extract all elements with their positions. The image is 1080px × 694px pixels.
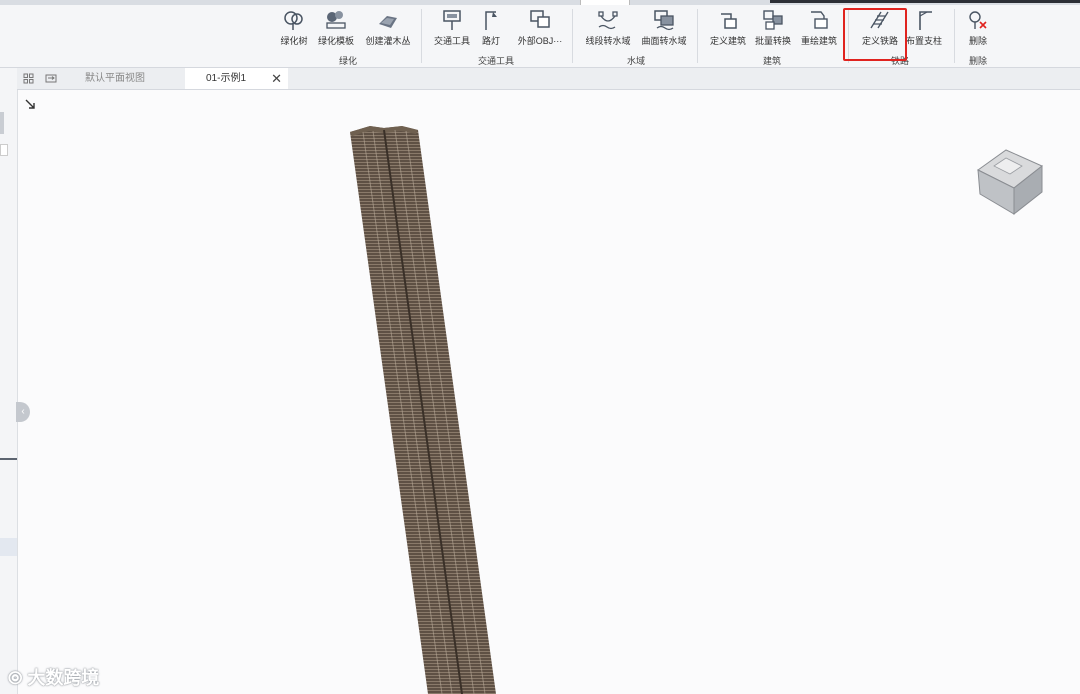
panel-marker: [0, 458, 17, 460]
surface-to-water-icon: [654, 10, 674, 31]
watermark: ⦾ 大数跨境: [8, 664, 99, 690]
traffic-sign-icon: [443, 10, 461, 30]
group-divider: [421, 9, 422, 63]
street-lamp-label: 路灯: [481, 36, 500, 46]
delete-label: 删除: [968, 36, 987, 46]
corner-arrow-icon[interactable]: [25, 99, 35, 109]
tree-label: 绿化树: [280, 36, 308, 46]
greenery-template-button[interactable]: 绿化模板: [316, 8, 356, 47]
panel-marker: [0, 538, 17, 556]
redraw-building-icon: [811, 11, 828, 29]
street-lamp-icon: [485, 11, 497, 30]
place-pillar-button[interactable]: 布置支柱: [904, 8, 944, 47]
group-title-water: 水域: [626, 56, 645, 66]
group-title-building: 建筑: [762, 56, 781, 66]
greenery-template-icon: [326, 11, 346, 29]
group-title-traffic: 交通工具: [477, 56, 514, 66]
line-to-water-button[interactable]: 线段转水域: [582, 8, 634, 47]
window-switch-icon[interactable]: [45, 73, 57, 84]
group-divider: [697, 9, 698, 63]
delete-button[interactable]: 删除: [962, 8, 994, 47]
surface-to-water-button[interactable]: 曲面转水域: [638, 8, 690, 47]
panel-marker: [0, 144, 8, 156]
shrub-button[interactable]: 创建灌木丛: [362, 8, 414, 47]
tree-button[interactable]: 绿化树: [278, 8, 310, 47]
external-obj-icon: [530, 10, 550, 28]
external-obj-button[interactable]: 外部OBJ···: [512, 8, 568, 47]
group-water: 线段转水域 曲面转水域 水域: [580, 5, 692, 67]
define-building-label: 定义建筑: [709, 36, 746, 46]
shrub-label: 创建灌木丛: [365, 36, 411, 46]
tab-label: 01-示例1: [206, 73, 247, 84]
line-to-water-icon: [598, 11, 618, 30]
grid-view-icon[interactable]: [23, 73, 34, 84]
traffic-tool-label: 交通工具: [433, 36, 470, 46]
shrub-icon: [379, 16, 397, 28]
window-title-bar: [770, 0, 1080, 3]
left-panel-strip: [0, 68, 18, 694]
view-cube[interactable]: [977, 149, 1043, 216]
tab-label: 默认平面视图: [85, 73, 145, 84]
panel-marker: [0, 112, 4, 134]
group-delete: 删除 删除: [958, 5, 998, 67]
place-pillar-icon: [919, 11, 932, 30]
greenery-template-label: 绿化模板: [317, 36, 354, 46]
line-to-water-label: 线段转水域: [585, 36, 631, 46]
tree-icon: [284, 11, 303, 30]
watermark-text: 大数跨境: [27, 668, 100, 688]
external-obj-label: 外部OBJ···: [517, 36, 563, 46]
highlight-box: [843, 8, 907, 61]
document-tab-bar: 默认平面视图 01-示例1 ✕: [17, 68, 1080, 90]
3d-viewport[interactable]: [18, 90, 1080, 694]
ribbon-toolbar: 绿化树 绿化模板 创建灌木丛 绿化 交通工具 路灯 外部OBJ··· 交通工具 …: [0, 5, 1080, 68]
viewport-scene: [25, 99, 1043, 694]
redraw-building-button[interactable]: 重绘建筑: [798, 8, 840, 47]
delete-icon: [969, 11, 987, 29]
define-building-button[interactable]: 定义建筑: [706, 8, 750, 47]
tab-default-plan-view[interactable]: 默认平面视图: [65, 68, 185, 89]
group-title-greenery: 绿化: [338, 56, 357, 66]
traffic-tool-button[interactable]: 交通工具: [430, 8, 474, 47]
group-traffic: 交通工具 路灯 外部OBJ··· 交通工具: [428, 5, 572, 67]
group-greenery: 绿化树 绿化模板 创建灌木丛 绿化: [276, 5, 420, 67]
group-building: 定义建筑 批量转换 重绘建筑 建筑: [704, 5, 844, 67]
redraw-building-label: 重绘建筑: [800, 36, 837, 46]
group-divider: [572, 9, 573, 63]
street-lamp-button[interactable]: 路灯: [478, 8, 504, 47]
place-pillar-label: 布置支柱: [905, 36, 942, 46]
group-divider: [954, 9, 955, 63]
batch-convert-icon: [763, 10, 783, 30]
close-icon[interactable]: ✕: [271, 68, 282, 89]
surface-to-water-label: 曲面转水域: [641, 36, 687, 46]
tab-example-1[interactable]: 01-示例1 ✕: [185, 68, 288, 89]
batch-convert-button[interactable]: 批量转换: [752, 8, 794, 47]
watermark-logo-icon: ⦾: [8, 668, 23, 688]
define-building-icon: [721, 13, 737, 29]
batch-convert-label: 批量转换: [754, 36, 791, 46]
group-title-delete: 删除: [968, 56, 987, 66]
